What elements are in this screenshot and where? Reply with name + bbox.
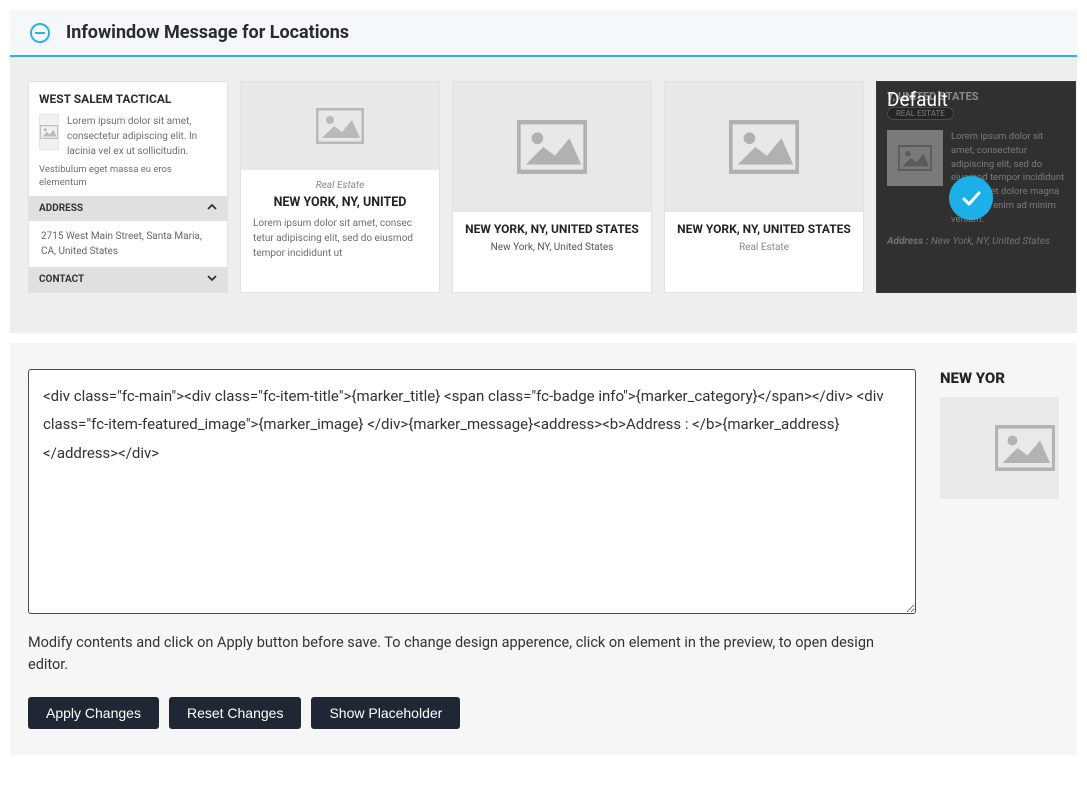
card-body: NEW YORK, NY, UNITED STATES Real Estate bbox=[665, 212, 863, 271]
templates-row: WEST SALEM TACTICAL Lorem ipsum dolor si… bbox=[28, 81, 1059, 293]
apply-changes-button[interactable]: Apply Changes bbox=[28, 697, 159, 729]
image-placeholder-icon bbox=[453, 82, 651, 212]
image-placeholder-icon bbox=[39, 114, 59, 150]
accordion-label: ADDRESS bbox=[39, 203, 83, 214]
card-address: Address : New York, NY, United States bbox=[877, 230, 1075, 253]
image-placeholder-icon bbox=[940, 397, 1059, 499]
accordion-address-body: 2715 West Main Street, Santa Maria, CA, … bbox=[29, 221, 227, 267]
editor-left: Modify contents and click on Apply butto… bbox=[28, 369, 916, 729]
template-card[interactable]: NEW YORK, NY, UNITED STATES Real Estate bbox=[664, 81, 864, 293]
template-card[interactable]: NEW YORK, NY, UNITED STATES New York, NY… bbox=[452, 81, 652, 293]
preview-panel: NEW YOR bbox=[940, 369, 1059, 729]
reset-changes-button[interactable]: Reset Changes bbox=[169, 697, 302, 729]
collapse-icon bbox=[30, 23, 50, 43]
editor-section: Modify contents and click on Apply butto… bbox=[10, 343, 1077, 755]
card-desc: Lorem ipsum dolor sit amet, consectetur … bbox=[67, 114, 217, 159]
selected-label: Default bbox=[887, 88, 948, 111]
card-title: NEW YORK, NY, UNITED STATES bbox=[677, 222, 851, 236]
template-textarea[interactable] bbox=[28, 369, 916, 614]
accordion-label: CONTACT bbox=[39, 274, 84, 285]
image-placeholder-icon bbox=[665, 82, 863, 212]
section-title: Infowindow Message for Locations bbox=[66, 22, 349, 43]
card-desc: Lorem ipsum dolor sit amet, consec tetur… bbox=[253, 216, 427, 261]
check-icon bbox=[949, 176, 993, 220]
section-header[interactable]: Infowindow Message for Locations bbox=[10, 10, 1077, 57]
card-body: NEW YORK, NY, UNITED STATES New York, NY… bbox=[453, 212, 651, 267]
card-subtitle: New York, NY, United States bbox=[465, 242, 639, 253]
show-placeholder-button[interactable]: Show Placeholder bbox=[311, 697, 460, 729]
chevron-up-icon bbox=[207, 202, 217, 215]
image-placeholder-icon bbox=[887, 130, 943, 186]
template-card-selected[interactable]: Default Y, UNITED STATES REAL ESTATE Lor… bbox=[876, 81, 1076, 293]
chevron-down-icon bbox=[207, 273, 217, 286]
card-desc-bottom: Vestibulum eget massa eu eros elementum bbox=[29, 163, 227, 196]
help-text: Modify contents and click on Apply butto… bbox=[28, 632, 916, 677]
template-card[interactable]: Real Estate NEW YORK, NY, UNITED Lorem i… bbox=[240, 81, 440, 293]
address-value: New York, NY, United States bbox=[931, 236, 1050, 247]
address-label: Address : bbox=[887, 236, 928, 247]
card-body: Real Estate NEW YORK, NY, UNITED Lorem i… bbox=[241, 170, 439, 275]
templates-container: WEST SALEM TACTICAL Lorem ipsum dolor si… bbox=[10, 57, 1077, 333]
card-title: NEW YORK, NY, UNITED bbox=[253, 195, 427, 210]
card-title: WEST SALEM TACTICAL bbox=[29, 82, 227, 110]
accordion-address-header[interactable]: ADDRESS bbox=[29, 196, 227, 221]
accordion-contact-header[interactable]: CONTACT bbox=[29, 267, 227, 292]
card-top-row: Lorem ipsum dolor sit amet, consectetur … bbox=[29, 110, 227, 163]
button-row: Apply Changes Reset Changes Show Placeho… bbox=[28, 697, 916, 729]
template-card[interactable]: WEST SALEM TACTICAL Lorem ipsum dolor si… bbox=[28, 81, 228, 293]
preview-title: NEW YOR bbox=[940, 369, 1059, 387]
card-category: Real Estate bbox=[677, 242, 851, 253]
card-title: NEW YORK, NY, UNITED STATES bbox=[465, 222, 639, 236]
card-category: Real Estate bbox=[253, 180, 427, 191]
image-placeholder-icon bbox=[241, 82, 439, 170]
